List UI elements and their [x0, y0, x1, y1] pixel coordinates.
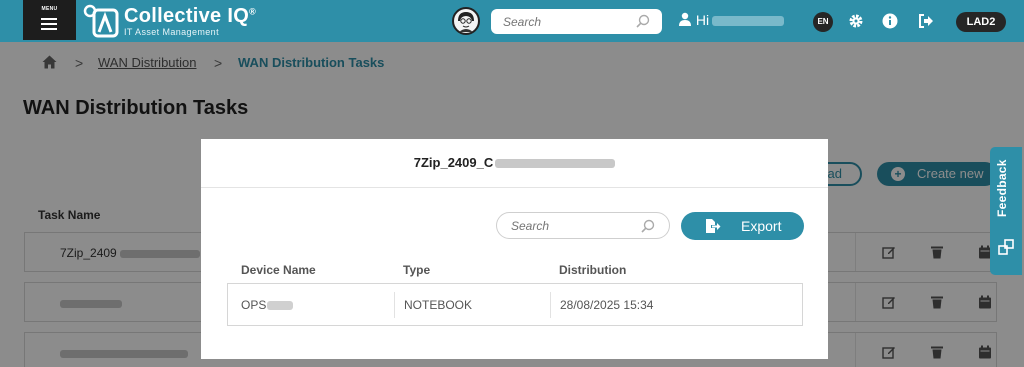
avatar-icon	[455, 10, 477, 32]
distribution-modal: 7Zip_2409_C Export Device Name Type Dist…	[201, 139, 828, 359]
logo-icon	[83, 4, 119, 38]
user-menu[interactable]: Hi	[678, 12, 785, 30]
top-bar: MENU Collective IQ® IT Asset Management	[0, 0, 1024, 42]
cell-divider	[550, 292, 551, 318]
column-header-distribution[interactable]: Distribution	[559, 263, 626, 277]
menu-button[interactable]: MENU	[23, 0, 76, 40]
export-label: Export	[741, 218, 782, 234]
search-icon[interactable]	[636, 14, 650, 28]
type-cell: NOTEBOOK	[404, 298, 473, 312]
logout-icon[interactable]	[918, 13, 934, 29]
user-greeting: Hi	[695, 12, 710, 28]
feedback-tab[interactable]: Feedback	[990, 147, 1022, 275]
column-header-type[interactable]: Type	[403, 263, 430, 277]
device-name-cell: OPS	[241, 298, 294, 312]
modal-title: 7Zip_2409_C	[201, 155, 828, 170]
app-subtitle: IT Asset Management	[124, 27, 219, 37]
modal-divider	[201, 187, 828, 188]
export-file-icon	[706, 219, 721, 233]
header-search[interactable]	[491, 9, 662, 34]
export-button[interactable]: Export	[681, 212, 804, 240]
distribution-cell: 28/08/2025 15:34	[560, 298, 654, 312]
feedback-icon	[998, 239, 1014, 255]
table-row[interactable]: OPS NOTEBOOK 28/08/2025 15:34	[227, 283, 803, 326]
modal-search[interactable]	[496, 212, 670, 239]
app-name: Collective IQ®	[124, 5, 256, 27]
avatar[interactable]	[452, 7, 480, 35]
search-icon[interactable]	[641, 219, 655, 233]
menu-label: MENU	[41, 6, 58, 12]
modal-search-input[interactable]	[511, 218, 631, 234]
environment-badge[interactable]: LAD2	[956, 12, 1006, 32]
header-search-input[interactable]	[503, 13, 633, 30]
user-name-redacted	[712, 16, 785, 27]
user-icon	[679, 12, 691, 26]
language-selector[interactable]: EN	[813, 12, 833, 32]
hamburger-icon	[41, 18, 57, 30]
feedback-label: Feedback	[995, 159, 1009, 217]
cell-divider	[394, 292, 395, 318]
info-icon[interactable]	[882, 13, 898, 29]
gear-icon[interactable]	[848, 13, 864, 29]
column-header-device-name[interactable]: Device Name	[241, 263, 316, 277]
